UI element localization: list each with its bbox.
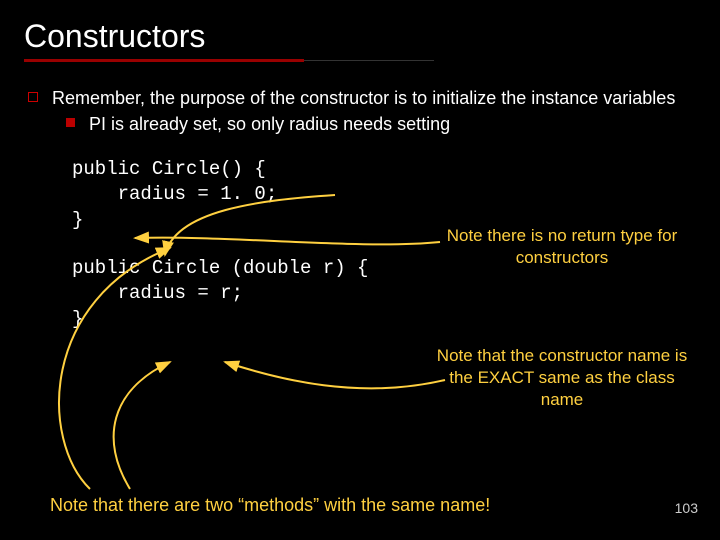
square-bullet-icon [28, 92, 38, 102]
bottom-annotation: Note that there are two “methods” with t… [50, 495, 490, 516]
title-rule [24, 59, 304, 62]
page-title: Constructors [24, 18, 696, 55]
annotation-1: Note there is no return type for constru… [432, 225, 692, 269]
content-area: Remember, the purpose of the constructor… [24, 86, 696, 332]
square-bullet-solid-icon [66, 118, 75, 127]
code-block-1: public Circle() { radius = 1. 0; } [72, 157, 696, 234]
bullet-item: Remember, the purpose of the constructor… [28, 86, 696, 110]
page-number: 103 [675, 500, 698, 516]
sub-bullet-item: PI is already set, so only radius needs … [66, 112, 696, 136]
annotation-2: Note that the constructor name is the EX… [432, 345, 692, 411]
bullet-text: Remember, the purpose of the constructor… [52, 86, 675, 110]
slide: Constructors Remember, the purpose of th… [0, 0, 720, 540]
sub-bullet-text: PI is already set, so only radius needs … [89, 112, 450, 136]
